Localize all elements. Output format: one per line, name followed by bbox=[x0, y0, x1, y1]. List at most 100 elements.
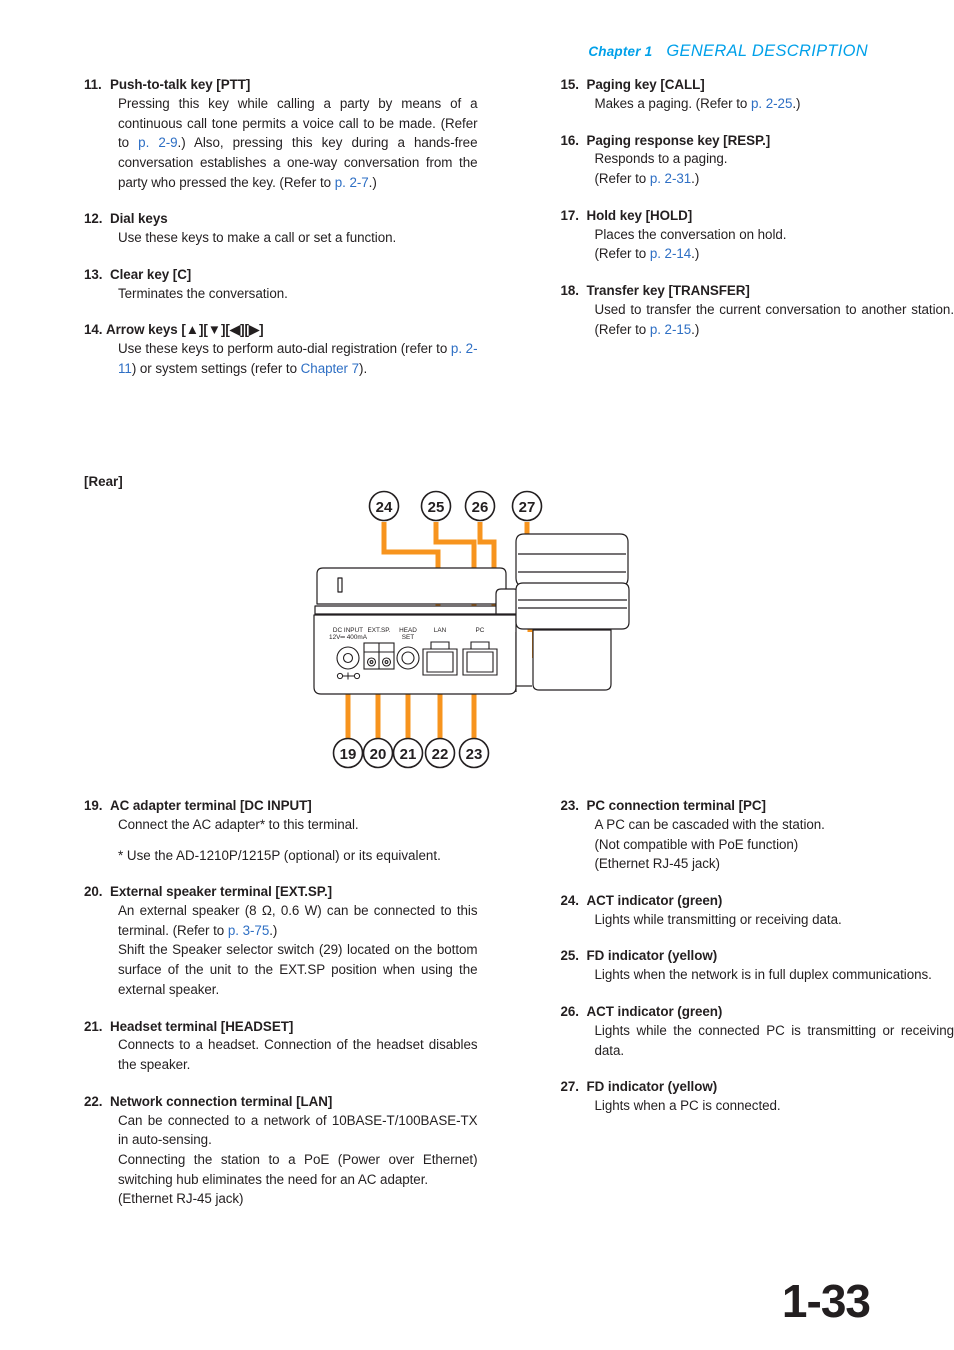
numbered-entry: 15. Paging key [CALL] Makes a paging. (Ref… bbox=[561, 76, 954, 114]
entry-heading: 19. AC adapter terminal [DC INPUT] bbox=[84, 797, 478, 815]
page-reference-link[interactable]: p. 2-9 bbox=[138, 135, 177, 150]
body-text-run: Responds to a paging. bbox=[594, 151, 728, 167]
entry-number: 21. bbox=[84, 1018, 103, 1034]
left-column-top: 11. Push-to-talk key [PTT] Pressing this k… bbox=[84, 76, 478, 379]
rear-panel-figure: DC INPUT 12V═ 400mA EXT.SP. HEAD SET LAN… bbox=[300, 486, 660, 776]
entry-title: AC adapter terminal [DC INPUT] bbox=[110, 798, 312, 813]
entry-heading: 17. Hold key [HOLD] bbox=[561, 207, 954, 225]
numbered-entry: 20. External speaker terminal [EXT.SP.] An… bbox=[84, 883, 478, 999]
numbered-entry: 26. ACT indicator (green) Lights while the… bbox=[561, 1003, 954, 1060]
entry-heading: 16. Paging response key [RESP.] bbox=[561, 132, 954, 150]
body-text-run: (Refer to bbox=[594, 171, 650, 187]
entry-body-line: Lights when the network is in full duple… bbox=[595, 965, 954, 985]
page-reference-link[interactable]: p. 3-75 bbox=[228, 923, 269, 938]
port-label-lan: LAN bbox=[434, 627, 447, 634]
body-text-run: Lights when the network is in full duple… bbox=[594, 967, 932, 983]
entry-number: 15. bbox=[560, 77, 580, 92]
entry-body-line: Responds to a paging. bbox=[595, 149, 954, 169]
entry-body-line: An external speaker (8 Ω, 0.6 W) can be … bbox=[118, 901, 478, 940]
page-reference-link[interactable]: p. 2-25 bbox=[751, 96, 792, 111]
numbered-entry: 11. Push-to-talk key [PTT] Pressing this k… bbox=[84, 76, 478, 192]
svg-text:21: 21 bbox=[400, 746, 417, 763]
numbered-entry: 27. FD indicator (yellow) Lights when a PC… bbox=[561, 1078, 954, 1116]
entry-heading: 23. PC connection terminal [PC] bbox=[561, 797, 954, 815]
entry-number: 26. bbox=[560, 1004, 580, 1019]
body-text-run: .) bbox=[691, 246, 700, 262]
numbered-entry: 14. Arrow keys [▲][▼][◀][▶] Use these keys… bbox=[84, 321, 478, 378]
entry-number: 22. bbox=[84, 1093, 103, 1109]
svg-text:27: 27 bbox=[519, 499, 536, 516]
numbered-entry: 24. ACT indicator (green) Lights while tra… bbox=[561, 892, 954, 930]
entry-body: Lights while the connected PC is transmi… bbox=[595, 1021, 954, 1060]
entry-title: Arrow keys [▲][▼][◀][▶] bbox=[106, 322, 264, 338]
entry-heading: 13. Clear key [C] bbox=[84, 266, 478, 284]
body-text-run: Connects to a headset. Connection of the… bbox=[118, 1037, 478, 1073]
body-text-run: (Ethernet RJ-45 jack) bbox=[118, 1191, 244, 1207]
numbered-entry: 22. Network connection terminal [LAN] Can … bbox=[84, 1093, 478, 1209]
page-reference-link[interactable]: p. 2-15 bbox=[650, 322, 691, 337]
port-label-dc-input-line2: 12V═ 400mA bbox=[329, 634, 368, 641]
entry-body: Use these keys to perform auto-dial regi… bbox=[118, 339, 478, 378]
entry-number: 17. bbox=[560, 207, 580, 223]
page-number: 1-33 bbox=[781, 1275, 871, 1327]
entry-number: 19. bbox=[84, 798, 103, 813]
entry-body-line: Places the conversation on hold. bbox=[595, 225, 954, 245]
entry-body-line: Connect the AC adapter* to this terminal… bbox=[118, 815, 478, 835]
entry-body: Makes a paging. (Refer to p. 2-25.) bbox=[595, 94, 954, 114]
entry-title: Headset terminal [HEADSET] bbox=[110, 1018, 294, 1034]
entry-number: 25. bbox=[560, 948, 580, 964]
svg-text:23: 23 bbox=[466, 746, 483, 763]
left-column-bottom: 19. AC adapter terminal [DC INPUT] Connect… bbox=[84, 797, 478, 1209]
entry-title: Network connection terminal [LAN] bbox=[110, 1093, 333, 1109]
entry-body-line: Pressing this key while calling a party … bbox=[118, 94, 478, 193]
callouts-bottom: 19 20 21 22 23 bbox=[332, 737, 490, 769]
entry-body: Pressing this key while calling a party … bbox=[118, 94, 478, 193]
entry-body: Connect the AC adapter* to this terminal… bbox=[118, 815, 478, 835]
svg-text:22: 22 bbox=[432, 746, 449, 763]
entry-number: 11. bbox=[84, 77, 102, 92]
entry-title: Paging key [CALL] bbox=[586, 77, 705, 92]
svg-text:20: 20 bbox=[370, 746, 387, 763]
entry-body: Lights when the network is in full duple… bbox=[595, 965, 954, 985]
entry-footnote: * Use the AD-1210P/1215P (optional) or i… bbox=[118, 847, 441, 863]
page-reference-link[interactable]: p. 2-14 bbox=[650, 246, 691, 261]
body-text-run: Connect the AC adapter* to this terminal… bbox=[118, 816, 359, 832]
entry-heading: 15. Paging key [CALL] bbox=[561, 76, 954, 94]
numbered-entry: 12. Dial keys Use these keys to make a cal… bbox=[84, 210, 478, 248]
entry-body-line: (Not compatible with PoE function) bbox=[595, 835, 954, 855]
entry-body: Places the conversation on hold. (Refer t… bbox=[595, 225, 954, 264]
entry-number: 13. bbox=[84, 266, 103, 282]
entry-body: Can be connected to a network of 10BASE-… bbox=[118, 1111, 478, 1210]
body-text-run: .) bbox=[792, 95, 801, 111]
body-text-run: (Not compatible with PoE function) bbox=[594, 836, 799, 852]
entry-title: External speaker terminal [EXT.SP.] bbox=[110, 884, 333, 900]
body-text-run: .) bbox=[269, 922, 278, 938]
entry-title: ACT indicator (green) bbox=[586, 1004, 723, 1019]
entry-title: Paging response key [RESP.] bbox=[586, 132, 771, 148]
page-header: Chapter 1 GENERAL DESCRIPTION bbox=[588, 42, 868, 61]
body-text-run: Lights while transmitting or receiving d… bbox=[594, 911, 842, 927]
entry-number: 24. bbox=[560, 892, 580, 908]
entry-title: Transfer key [TRANSFER] bbox=[586, 283, 750, 298]
entry-body-line: Use these keys to perform auto-dial regi… bbox=[118, 339, 478, 378]
entry-heading: 21. Headset terminal [HEADSET] bbox=[84, 1018, 478, 1036]
entry-title: PC connection terminal [PC] bbox=[586, 798, 767, 813]
page-reference-link[interactable]: Chapter 7 bbox=[301, 361, 359, 376]
body-text-run: Can be connected to a network of 10BASE-… bbox=[118, 1112, 478, 1148]
page-reference-link[interactable]: p. 2-7 bbox=[335, 175, 369, 190]
numbered-entry: 25. FD indicator (yellow) Lights when the … bbox=[561, 947, 954, 985]
port-label-pc: PC bbox=[476, 627, 485, 634]
port-label-headset-line2: SET bbox=[402, 634, 415, 641]
numbered-entry: 23. PC connection terminal [PC] A PC can b… bbox=[561, 797, 954, 874]
entry-number: 27. bbox=[560, 1079, 580, 1095]
body-text-run: (Ethernet RJ-45 jack) bbox=[594, 856, 721, 872]
body-text-run: Use these keys to perform auto-dial regi… bbox=[118, 341, 451, 357]
numbered-entry: 18. Transfer key [TRANSFER] Used to transf… bbox=[561, 282, 954, 339]
entry-number: 16. bbox=[560, 132, 580, 148]
body-text-run: ) or system settings (refer to bbox=[131, 360, 301, 376]
page-reference-link[interactable]: p. 2-31 bbox=[650, 171, 691, 186]
body-text-run: Shift the Speaker selector switch (29) l… bbox=[118, 942, 478, 997]
body-text-run: Connecting the station to a PoE (Power o… bbox=[118, 1152, 478, 1187]
entry-title: Hold key [HOLD] bbox=[586, 207, 693, 223]
entry-title: Clear key [C] bbox=[110, 266, 192, 282]
